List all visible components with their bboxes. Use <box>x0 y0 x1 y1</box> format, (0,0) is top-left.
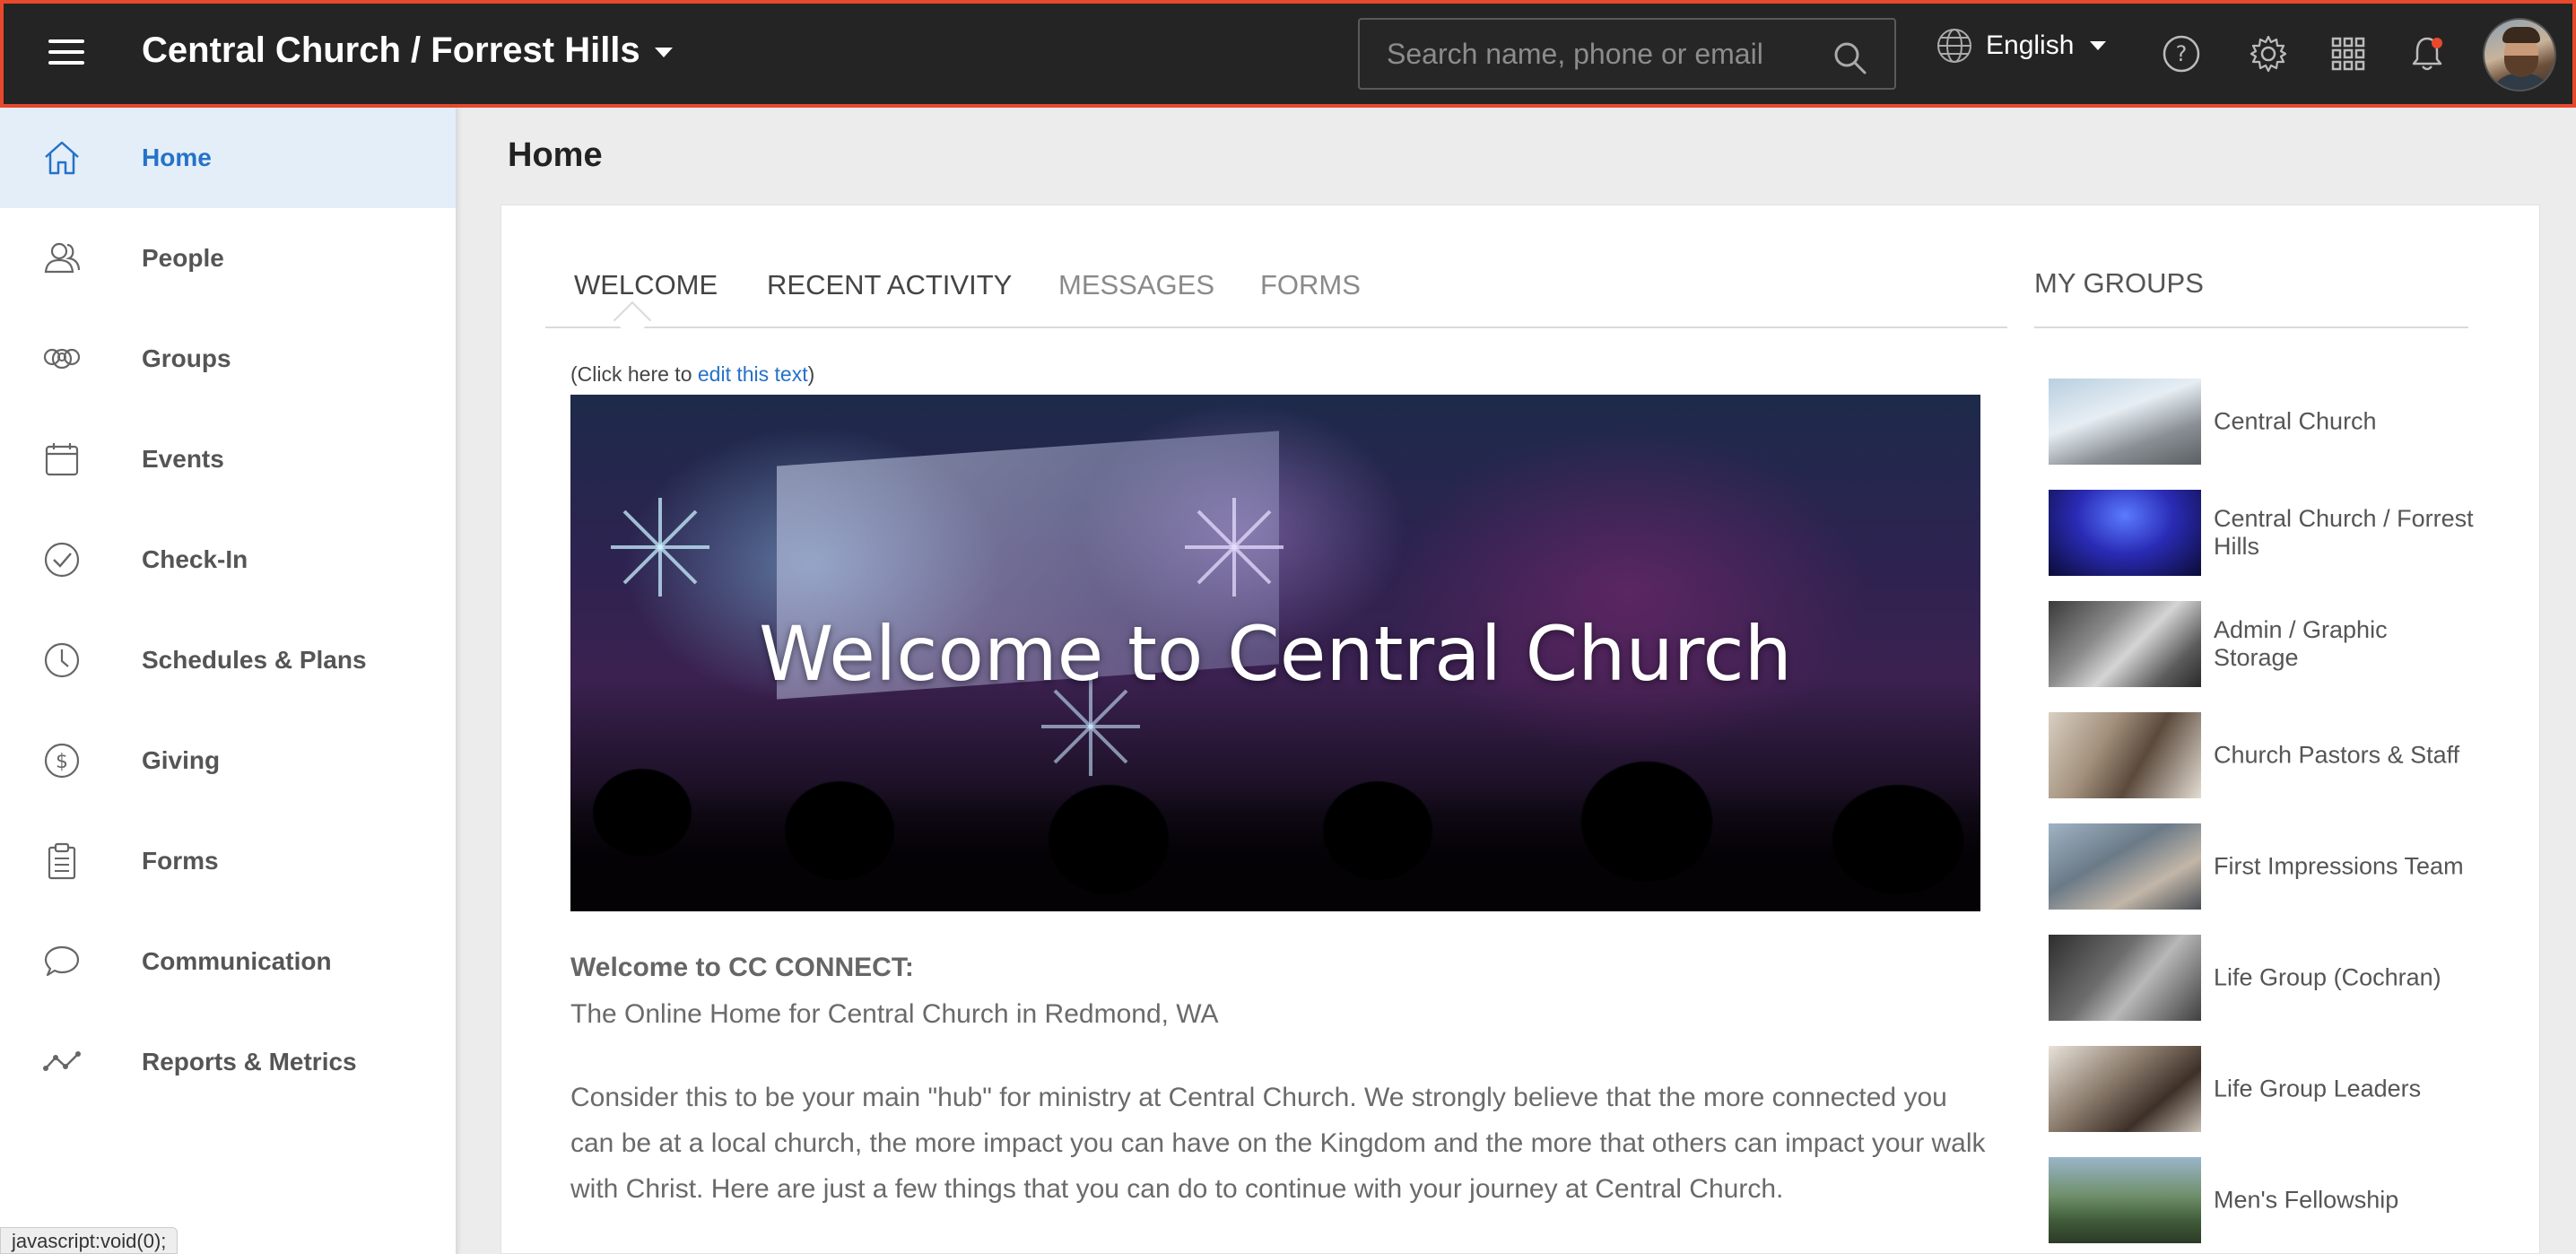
sidebar-item-giving[interactable]: $ Giving <box>0 710 456 811</box>
groups-icon <box>43 348 81 370</box>
welcome-heading: Welcome to CC CONNECT: <box>570 953 914 982</box>
group-item-life-group-leaders[interactable]: Life Group Leaders <box>2049 1046 2470 1132</box>
group-item-first-impressions-team[interactable]: First Impressions Team <box>2049 823 2470 910</box>
group-thumbnail <box>2049 823 2201 910</box>
group-thumbnail <box>2049 1157 2201 1243</box>
sidebar-item-label: Events <box>142 445 224 473</box>
language-selector[interactable]: English <box>1936 27 2107 65</box>
home-icon <box>45 141 79 175</box>
user-avatar[interactable] <box>2483 18 2556 91</box>
clipboard-icon <box>48 842 76 880</box>
divider <box>2034 327 2468 328</box>
sidebar-item-label: Check-In <box>142 545 248 573</box>
checkin-icon <box>44 542 80 578</box>
sidebar: Home People Groups Events Check-In Sched… <box>0 108 457 1254</box>
group-name: Admin / Graphic Storage <box>2214 616 2388 671</box>
light-star-decoration <box>1185 498 1284 597</box>
sidebar-item-groups[interactable]: Groups <box>0 309 456 409</box>
edit-text-link[interactable]: edit this text <box>698 362 808 386</box>
tab-messages[interactable]: MESSAGES <box>1058 269 1214 301</box>
sidebar-item-label: Home <box>142 144 212 171</box>
sidebar-item-home[interactable]: Home <box>0 108 456 208</box>
language-label: English <box>1986 30 2075 60</box>
group-item-mens-fellowship[interactable]: Men's Fellowship <box>2049 1157 2470 1243</box>
sidebar-item-label: Schedules & Plans <box>142 646 367 674</box>
welcome-subheading: The Online Home for Central Church in Re… <box>570 999 1219 1029</box>
sidebar-item-events[interactable]: Events <box>0 409 456 509</box>
sidebar-item-label: Giving <box>142 746 221 774</box>
group-name: Life Group (Cochran) <box>2214 963 2441 991</box>
group-thumbnail <box>2049 379 2201 465</box>
people-icon <box>44 242 81 274</box>
group-item-church-pastors-staff[interactable]: Church Pastors & Staff <box>2049 712 2470 798</box>
tab-welcome[interactable]: WELCOME <box>574 269 718 301</box>
group-name: First Impressions Team <box>2214 852 2464 880</box>
group-thumbnail <box>2049 935 2201 1021</box>
sidebar-item-check-in[interactable]: Check-In <box>0 509 456 610</box>
help-icon[interactable]: ? <box>2162 34 2201 74</box>
group-name: Central Church / Forrest Hills <box>2214 505 2474 560</box>
caret-down-icon <box>2090 41 2107 50</box>
svg-text:?: ? <box>2176 41 2188 66</box>
welcome-body-text: Consider this to be your main "hub" for … <box>570 1083 1986 1204</box>
org-title: Central Church / Forrest Hills <box>142 30 640 70</box>
group-name: Church Pastors & Staff <box>2214 741 2460 769</box>
group-name: Men's Fellowship <box>2214 1186 2399 1214</box>
metrics-icon <box>43 1051 81 1071</box>
sidebar-item-label: Groups <box>142 344 231 372</box>
sidebar-item-label: Communication <box>142 947 332 975</box>
search-input[interactable] <box>1387 36 1817 72</box>
tab-recent-activity[interactable]: RECENT ACTIVITY <box>767 269 1012 301</box>
group-name: Life Group Leaders <box>2214 1075 2422 1102</box>
sidebar-item-reports[interactable]: Reports & Metrics <box>0 1012 456 1112</box>
search-box <box>1358 18 1896 90</box>
edit-note: (Click here to edit this text) <box>570 362 815 386</box>
sidebar-item-label: People <box>142 244 224 272</box>
light-star-decoration <box>611 498 709 597</box>
tab-forms[interactable]: FORMS <box>1260 269 1361 301</box>
notification-bell-icon[interactable] <box>2407 34 2447 74</box>
search-icon[interactable] <box>1832 39 1867 75</box>
globe-icon <box>1937 29 1971 63</box>
svg-text:$: $ <box>56 751 68 773</box>
group-thumbnail <box>2049 1046 2201 1132</box>
sidebar-item-forms[interactable]: Forms <box>0 811 456 911</box>
sidebar-item-communication[interactable]: Communication <box>0 911 456 1012</box>
group-item-central-church-forrest-hills[interactable]: Central Church / Forrest Hills <box>2049 490 2474 576</box>
browser-status-bar: javascript:void(0); <box>0 1227 178 1254</box>
group-item-life-group-cochran[interactable]: Life Group (Cochran) <box>2049 935 2470 1021</box>
group-thumbnail <box>2049 712 2201 798</box>
group-item-central-church[interactable]: Central Church <box>2049 379 2470 465</box>
calendar-icon <box>45 443 79 476</box>
group-thumbnail <box>2049 490 2201 576</box>
caret-down-icon <box>654 48 673 57</box>
org-switcher[interactable]: Central Church / Forrest Hills <box>142 30 673 71</box>
welcome-banner-image: Welcome to Central Church <box>570 395 1980 911</box>
sidebar-item-label: Reports & Metrics <box>142 1048 357 1075</box>
sidebar-item-label: Forms <box>142 847 219 875</box>
clock-icon <box>44 642 80 678</box>
group-name: Central Church <box>2214 407 2377 435</box>
my-groups-title: MY GROUPS <box>2034 267 2204 299</box>
hamburger-menu-icon[interactable] <box>48 39 84 68</box>
chat-icon <box>44 945 80 977</box>
banner-title: Welcome to Central Church <box>759 610 1792 698</box>
group-thumbnail <box>2049 601 2201 687</box>
apps-grid-icon[interactable] <box>2328 34 2368 74</box>
dollar-icon: $ <box>44 743 80 779</box>
page-title: Home <box>508 136 603 174</box>
gear-icon[interactable] <box>2249 34 2288 74</box>
top-bar: Central Church / Forrest Hills English ? <box>0 0 2576 108</box>
tab-bar: WELCOME RECENT ACTIVITY MESSAGES FORMS <box>545 260 2007 328</box>
sidebar-item-people[interactable]: People <box>0 208 456 309</box>
group-item-admin-graphic-storage[interactable]: Admin / Graphic Storage <box>2049 601 2470 687</box>
sidebar-item-schedules[interactable]: Schedules & Plans <box>0 610 456 710</box>
